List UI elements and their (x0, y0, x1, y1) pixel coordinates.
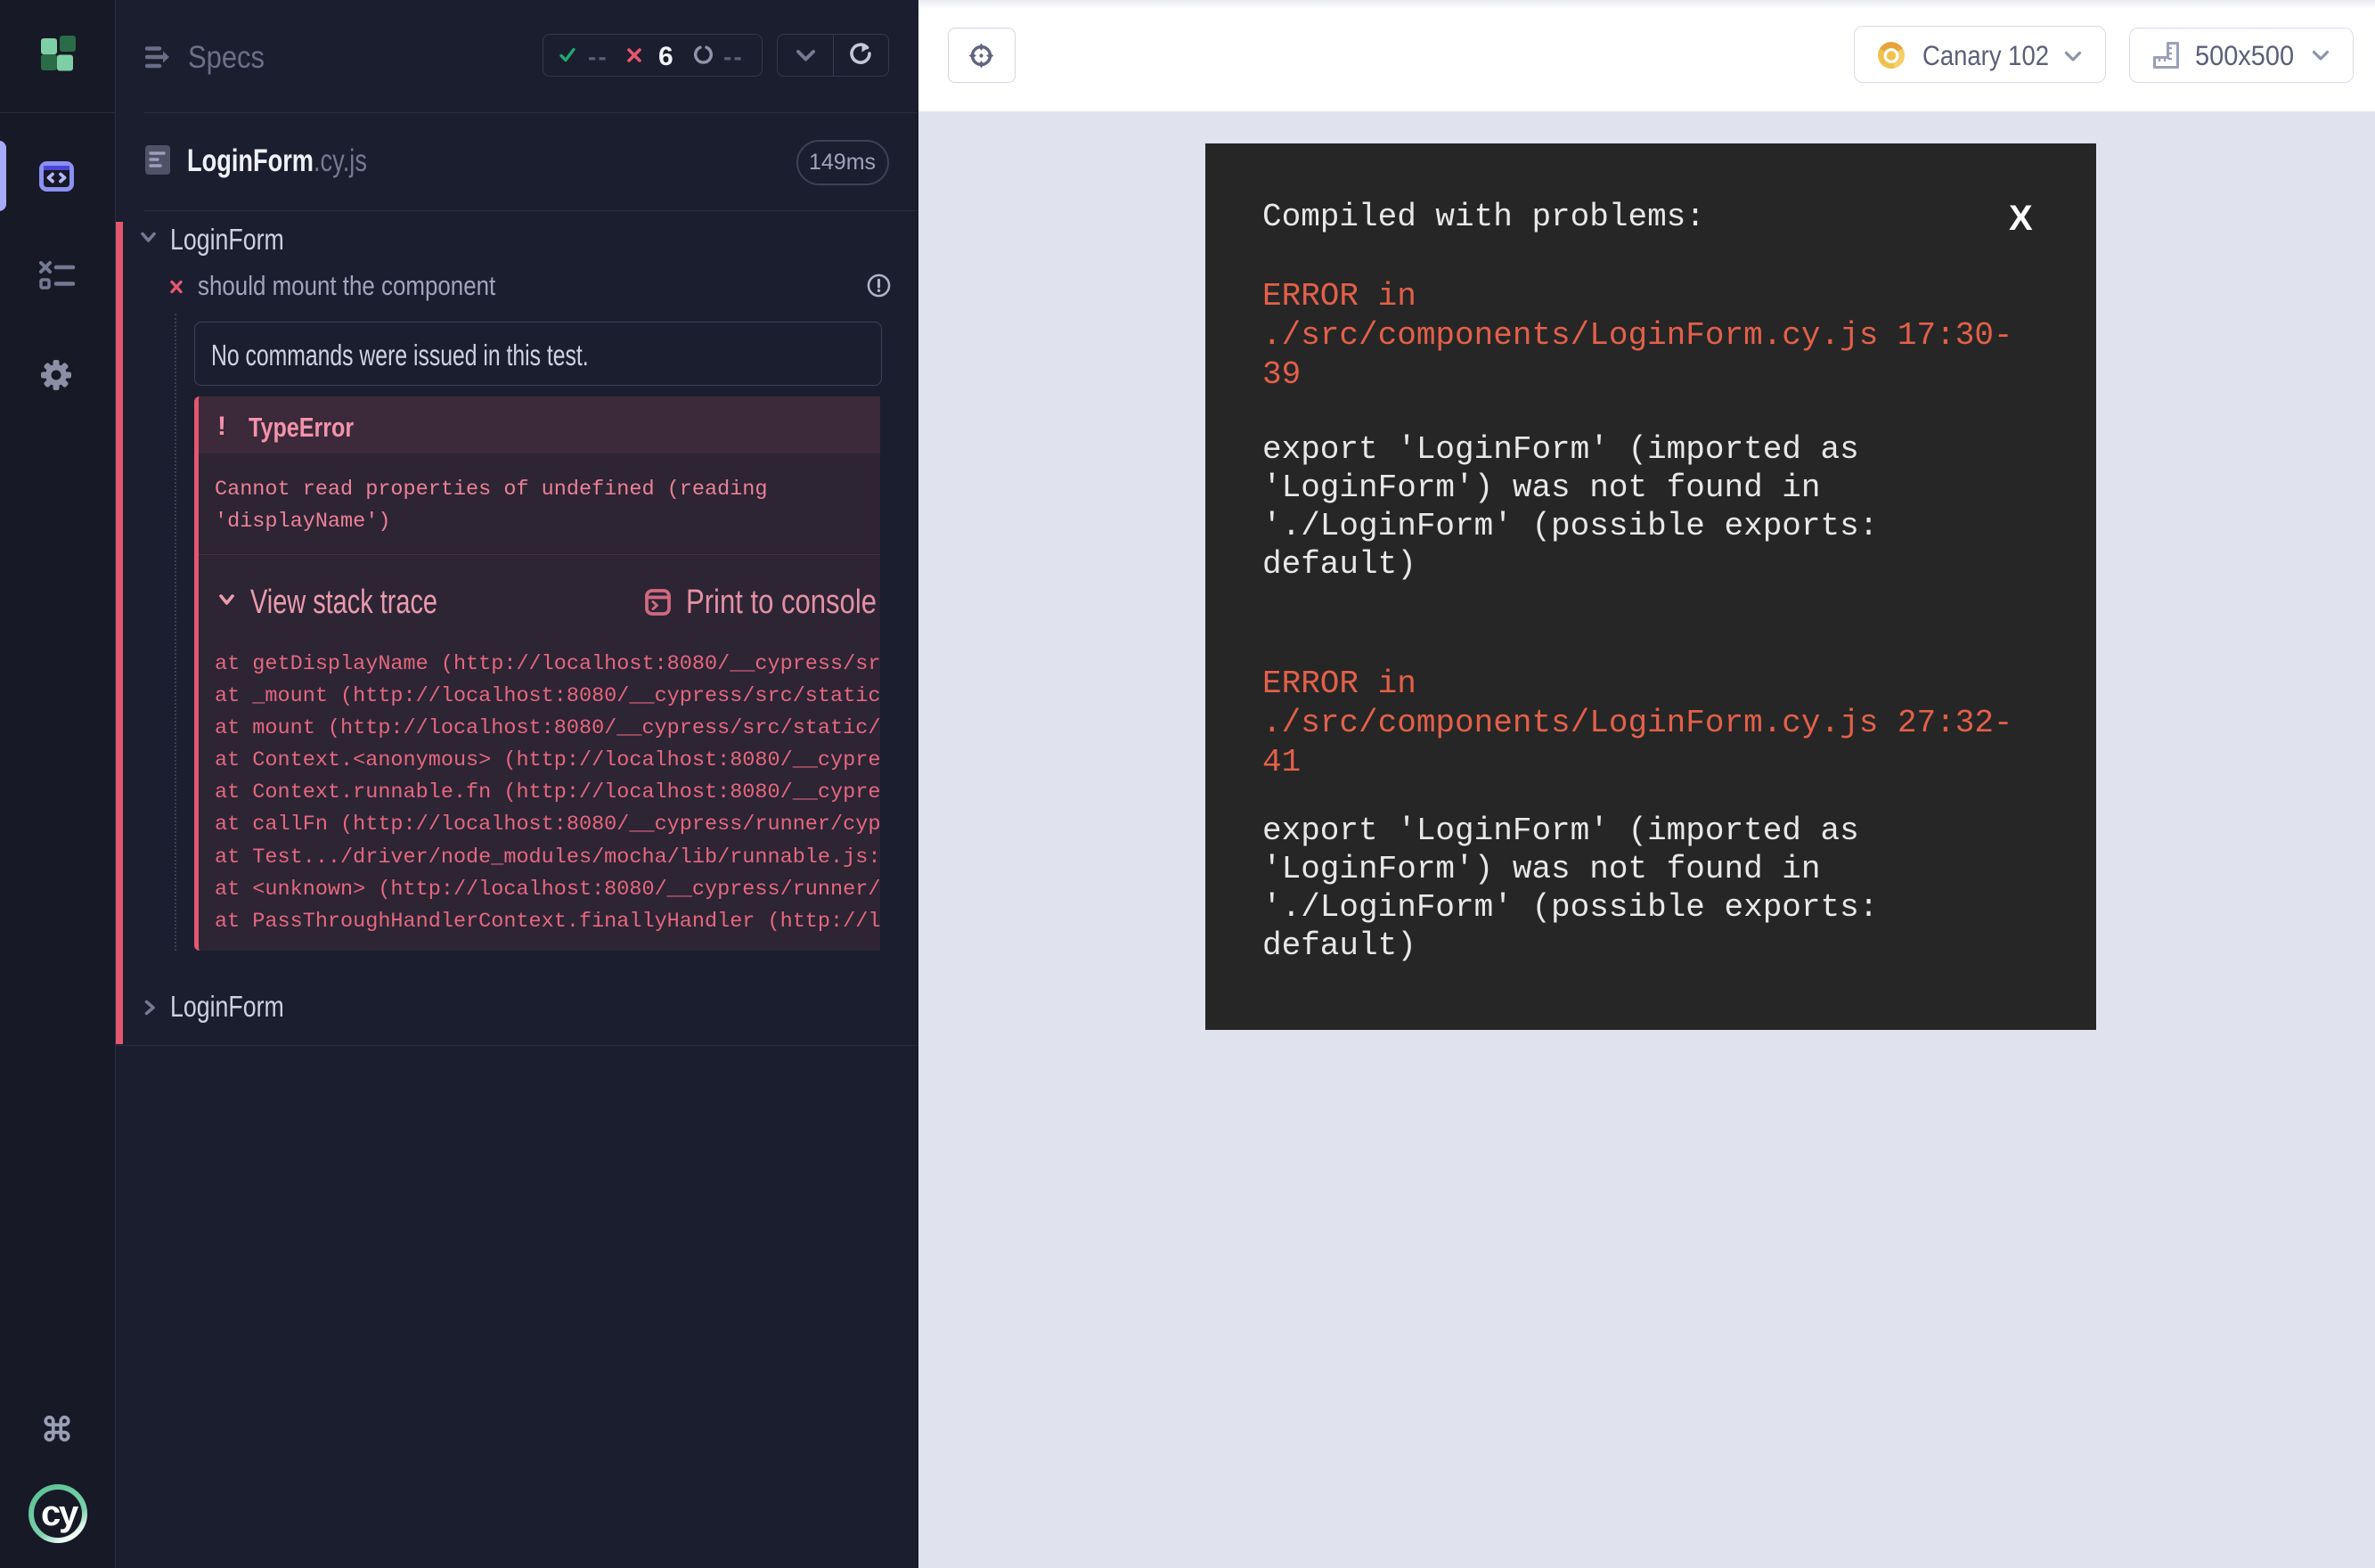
svg-text:c: c (41, 1494, 61, 1533)
svg-text:y: y (59, 1494, 79, 1533)
